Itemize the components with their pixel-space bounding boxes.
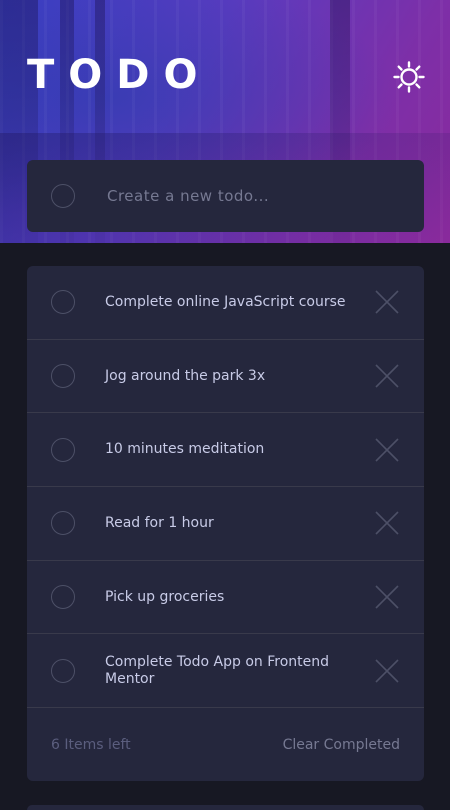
close-icon[interactable]: [374, 437, 400, 463]
close-icon[interactable]: [374, 584, 400, 610]
new-todo-check-circle-icon[interactable]: [51, 184, 75, 208]
todo-list: Complete online JavaScript course Jog ar…: [27, 266, 424, 781]
todo-text[interactable]: Complete Todo App on Frontend Mentor: [105, 654, 370, 688]
clear-completed-button[interactable]: Clear Completed: [283, 737, 400, 753]
close-icon[interactable]: [374, 658, 400, 684]
todo-text[interactable]: Complete online JavaScript course: [105, 294, 370, 311]
todo-check-circle-icon[interactable]: [51, 658, 75, 683]
close-icon[interactable]: [374, 289, 400, 315]
sun-icon: [393, 61, 425, 93]
new-todo-input[interactable]: [107, 187, 387, 205]
todo-item: Pick up groceries: [27, 561, 424, 635]
todo-item: Complete Todo App on Frontend Mentor: [27, 634, 424, 709]
todo-text[interactable]: Jog around the park 3x: [105, 368, 370, 385]
todo-check-circle-icon[interactable]: [51, 364, 75, 389]
theme-toggle-button[interactable]: [390, 58, 428, 96]
close-icon[interactable]: [374, 363, 400, 389]
new-todo-form: [27, 160, 424, 232]
todo-item: Complete online JavaScript course: [27, 266, 424, 340]
todo-item: Read for 1 hour: [27, 487, 424, 561]
todo-check-circle-icon[interactable]: [51, 437, 75, 462]
items-left-count: 6 Items left: [51, 736, 131, 753]
todo-check-circle-icon[interactable]: [51, 585, 75, 610]
todo-check-circle-icon[interactable]: [51, 290, 75, 315]
close-icon[interactable]: [374, 510, 400, 536]
todo-item: Jog around the park 3x: [27, 340, 424, 414]
filter-bar-edge: [27, 805, 424, 810]
todo-item: 10 minutes meditation: [27, 413, 424, 488]
todo-text[interactable]: Pick up groceries: [105, 589, 370, 606]
todo-footer: 6 Items left Clear Completed: [27, 708, 424, 781]
todo-check-circle-icon[interactable]: [51, 511, 75, 536]
todo-text[interactable]: Read for 1 hour: [105, 515, 370, 532]
app-title: TODO: [27, 52, 212, 98]
todo-text[interactable]: 10 minutes meditation: [105, 441, 370, 458]
